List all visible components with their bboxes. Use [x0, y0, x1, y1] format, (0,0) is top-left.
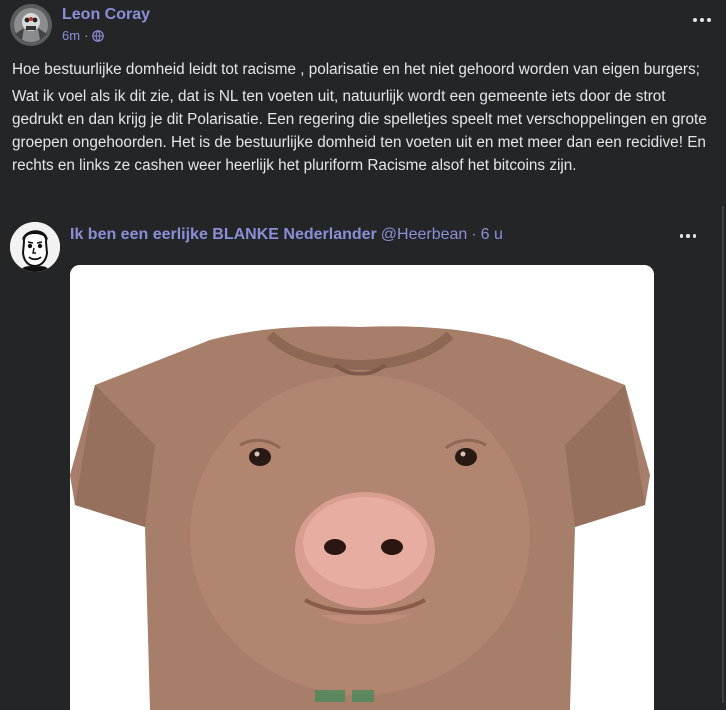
- shared-post-header: Ik ben een eerlijke BLANKE Nederlander @…: [70, 226, 503, 244]
- post-paragraph: Hoe bestuurlijke domheid leidt tot racis…: [12, 61, 700, 78]
- author-avatar[interactable]: [10, 4, 52, 46]
- post-timestamp[interactable]: 6m: [62, 28, 80, 43]
- shared-author-avatar[interactable]: [10, 222, 60, 272]
- post-body: Hoe bestuurlijke domheid leidt tot racis…: [12, 58, 712, 181]
- meta-separator: ·: [84, 28, 89, 43]
- shared-more-options-icon[interactable]: [676, 226, 700, 246]
- globe-icon: [92, 29, 105, 42]
- shared-timestamp[interactable]: 6 u: [481, 226, 503, 244]
- shared-separator: ·: [471, 226, 477, 243]
- facebook-post: Leon Coray 6m · Hoe bestuurlijke domheid…: [0, 0, 726, 710]
- pig-face-tshirt-image[interactable]: [70, 265, 654, 710]
- more-options-icon[interactable]: [690, 10, 714, 30]
- author-name[interactable]: Leon Coray: [62, 6, 150, 24]
- shared-author-handle[interactable]: @Heerbean: [381, 226, 468, 244]
- shared-author-name[interactable]: Ik ben een eerlijke BLANKE Nederlander: [70, 226, 377, 244]
- shared-post: Ik ben een eerlijke BLANKE Nederlander @…: [0, 206, 724, 710]
- post-paragraph: Wat ik voel als ik dit zie, dat is NL te…: [12, 88, 707, 174]
- post-meta: 6m ·: [62, 28, 105, 43]
